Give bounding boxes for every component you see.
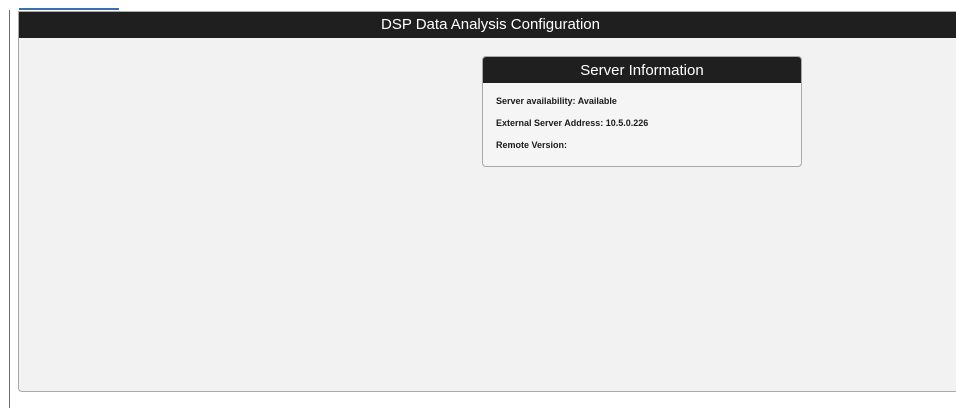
left-divider <box>9 10 10 408</box>
top-tab-indicator <box>19 8 119 10</box>
card-title: Server Information <box>483 57 801 83</box>
external-server-address: External Server Address: 10.5.0.226 <box>496 118 649 128</box>
remote-version: Remote Version: <box>496 140 568 150</box>
page-title: DSP Data Analysis Configuration <box>380 16 600 33</box>
server-availability: Server availability: Available <box>496 96 617 106</box>
server-information-card: Server Information Server availability: … <box>482 56 802 167</box>
page: DSP Data Analysis Configuration Server I… <box>0 0 956 408</box>
card-body: Server availability: Available External … <box>483 83 801 151</box>
panel-header: DSP Data Analysis Configuration <box>19 12 956 38</box>
configuration-panel: DSP Data Analysis Configuration Server I… <box>18 11 956 392</box>
